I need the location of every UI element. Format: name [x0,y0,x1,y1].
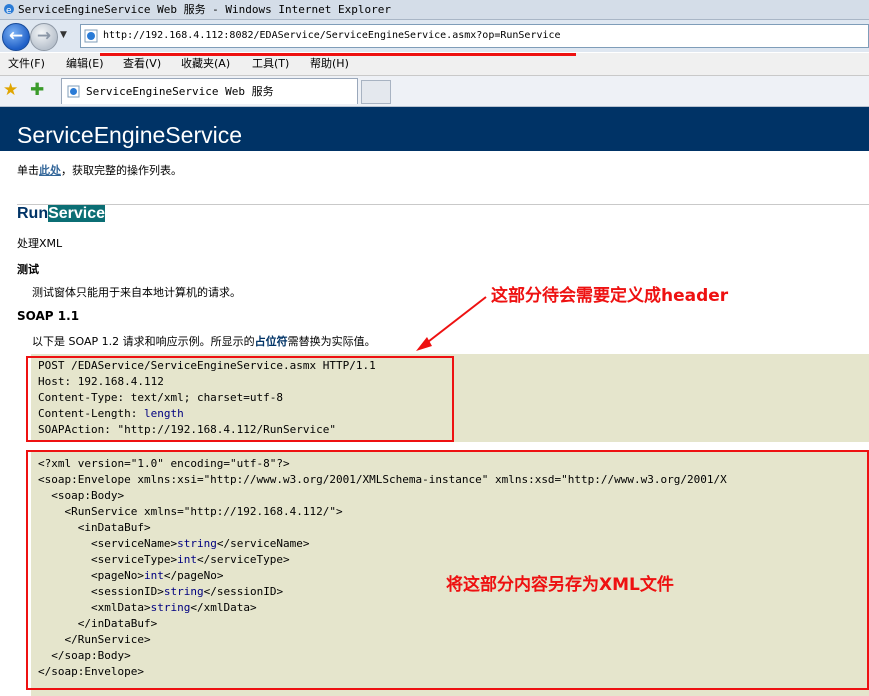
header-highlight-box [26,356,454,442]
navigation-bar: ← → ▼ http://192.168.4.112:8082/EDAServi… [0,20,869,52]
soap-text-bold: 占位符 [254,335,288,348]
back-arrow-icon: ← [8,26,24,46]
operation-description: 处理XML [17,237,63,250]
menu-edit[interactable]: 编辑(E) [66,53,104,75]
address-underline-annotation [100,53,576,56]
xml-annotation-text: 将这部分内容另存为XML文件 [446,575,674,595]
soap-description: 以下是 SOAP 1.2 请求和响应示例。所显示的占位符需替换为实际值。 [32,333,376,349]
address-bar[interactable]: http://192.168.4.112:8082/EDAService/Ser… [80,24,869,48]
url-text[interactable]: http://192.168.4.112:8082/EDAService/Ser… [103,25,561,47]
tab-page-icon [67,85,80,98]
forward-arrow-icon: → [36,26,52,46]
window-title-bar: e ServiceEngineService Web 服务 - Windows … [0,0,869,20]
ie-logo-icon: e [4,4,14,15]
menu-tools[interactable]: 工具(T) [252,53,289,75]
tab-label: ServiceEngineService Web 服务 [86,85,274,98]
operations-list-link[interactable]: 此处 [39,164,61,177]
menu-bar: 文件(F) 编辑(E) 查看(V) 收藏夹(A) 工具(T) 帮助(H) [0,53,869,76]
add-favorite-icon[interactable]: ✚ [30,81,44,99]
operation-name-part2: Service [48,205,106,222]
back-button[interactable]: ← [2,23,30,51]
divider [17,204,869,205]
tab-serviceengine[interactable]: ServiceEngineService Web 服务 [61,78,358,104]
favorites-bar: ★ ✚ ServiceEngineService Web 服务 [0,76,869,107]
menu-view[interactable]: 查看(V) [123,53,161,75]
operation-name: RunService [17,205,106,223]
intro-paragraph: 单击此处，获取完整的操作列表。 [17,162,182,178]
window-title: ServiceEngineService Web 服务 - Windows In… [18,3,391,16]
intro-suffix: ，获取完整的操作列表。 [61,164,182,177]
menu-help[interactable]: 帮助(H) [310,53,349,75]
page-header: ServiceEngineService [0,107,869,151]
new-tab-button[interactable] [361,80,391,104]
recent-pages-dropdown-icon[interactable]: ▼ [60,28,70,42]
test-text: 测试窗体只能用于来自本地计算机的请求。 [32,286,241,299]
svg-text:e: e [6,6,12,15]
soap-heading: SOAP 1.1 [17,309,80,323]
menu-file[interactable]: 文件(F) [8,53,45,75]
forward-button[interactable]: → [30,23,58,51]
operation-name-part1: Run [17,205,49,222]
soap-text-prefix: 以下是 SOAP 1.2 请求和响应示例。所显示的 [32,335,255,348]
intro-prefix: 单击 [17,164,39,177]
soap-text-suffix: 需替换为实际值。 [287,335,376,348]
favorites-star-icon[interactable]: ★ [3,81,18,99]
test-heading: 测试 [17,263,39,276]
menu-favorites[interactable]: 收藏夹(A) [181,53,230,75]
header-annotation-text: 这部分待会需要定义成header [491,286,729,306]
page-icon [84,29,98,43]
